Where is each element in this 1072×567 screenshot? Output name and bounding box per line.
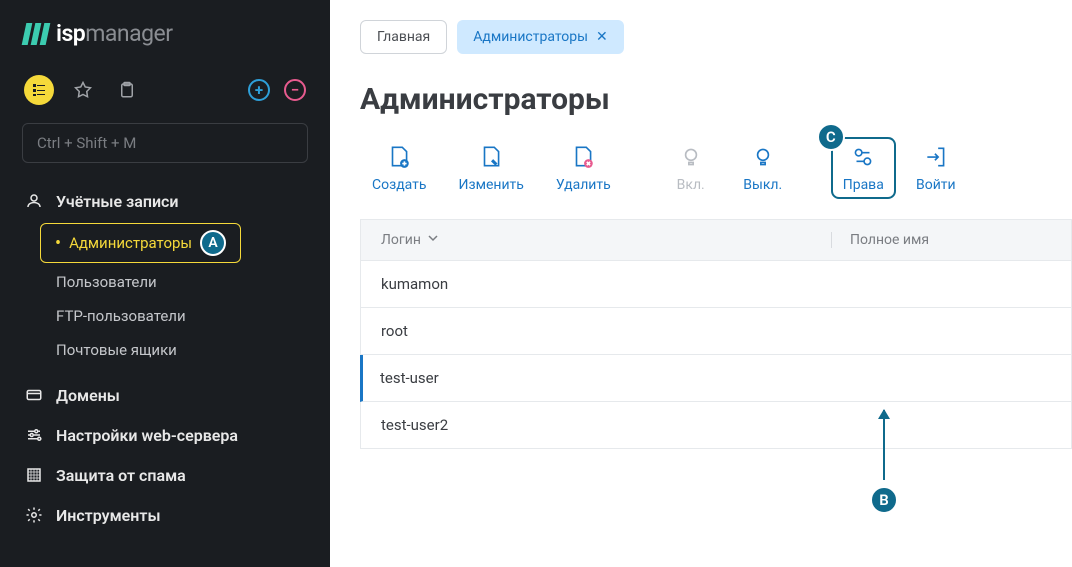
enable-button[interactable]: Вкл. — [659, 137, 723, 199]
edit-button[interactable]: Изменить — [447, 137, 536, 199]
annotation-badge-c: C — [817, 123, 845, 151]
nav-header-webserver-label: Настройки web-сервера — [56, 426, 238, 445]
tool-label: Выкл. — [743, 177, 782, 193]
disable-button[interactable]: Выкл. — [731, 137, 795, 199]
sidebar-item-users[interactable]: Пользователи — [40, 265, 330, 299]
nav-header-spam[interactable]: Защита от спама — [0, 455, 330, 495]
nav-header-spam-label: Защита от спама — [56, 466, 186, 485]
table-row[interactable]: kumamon — [360, 261, 1072, 308]
nav-accounts: Учётные записи Администраторы A Пользова… — [0, 181, 330, 367]
annotation-badge-b: B — [870, 486, 898, 514]
close-icon[interactable]: ✕ — [596, 29, 608, 45]
lightbulb-on-icon — [677, 143, 705, 171]
logo-bars-icon — [24, 23, 48, 45]
toolbar: Создать Изменить Удалить Вкл. Выкл. — [330, 137, 1072, 219]
nav-header-tools-label: Инструменты — [56, 506, 161, 525]
column-label: Логин — [381, 232, 421, 248]
domain-icon — [24, 385, 44, 405]
annotation-badge-a: A — [200, 230, 226, 256]
settings-icon — [24, 425, 44, 445]
table-header: Логин Полное имя — [360, 219, 1072, 261]
table-row[interactable]: test-user2 — [360, 402, 1072, 449]
cell-login: root — [381, 322, 408, 340]
nav-header-domains[interactable]: Домены — [0, 375, 330, 415]
annotation-arrow: B — [870, 410, 898, 514]
toggles-icon — [849, 143, 877, 171]
shield-icon — [24, 465, 44, 485]
sidebar: ispmanager + − Ctrl + Shift + M Учётные … — [0, 0, 330, 567]
table-row[interactable]: root — [360, 308, 1072, 355]
column-label: Полное имя — [850, 232, 929, 248]
lightbulb-off-icon — [749, 143, 777, 171]
sidebar-item-label: FTP-пользователи — [56, 307, 186, 325]
minus-icon[interactable]: − — [284, 79, 306, 101]
cell-login: kumamon — [381, 275, 448, 293]
column-header-login[interactable]: Логин — [381, 232, 831, 248]
clipboard-icon[interactable] — [112, 75, 142, 105]
page-title: Администраторы — [330, 72, 1072, 137]
tool-label: Войти — [916, 177, 956, 193]
tool-label: Вкл. — [677, 177, 705, 193]
gear-icon — [24, 505, 44, 525]
chevron-down-icon — [427, 232, 439, 248]
nav-header-webserver[interactable]: Настройки web-сервера — [0, 415, 330, 455]
nav-header-domains-label: Домены — [56, 386, 120, 405]
cell-login: test-user2 — [381, 416, 448, 434]
delete-button[interactable]: Удалить — [544, 137, 623, 199]
login-icon — [922, 143, 950, 171]
nav-header-tools[interactable]: Инструменты — [0, 495, 330, 535]
tab-home[interactable]: Главная — [360, 20, 447, 54]
tool-label: Изменить — [459, 177, 524, 193]
sidebar-item-mailboxes[interactable]: Почтовые ящики — [40, 333, 330, 367]
sidebar-item-administrators[interactable]: Администраторы A — [40, 223, 241, 263]
tree-icon[interactable] — [24, 75, 54, 105]
page-pencil-icon — [477, 143, 505, 171]
tool-label: Права — [843, 177, 884, 193]
table-row[interactable]: test-user — [360, 355, 1072, 402]
tool-label: Удалить — [556, 177, 611, 193]
logo-text: ispmanager — [56, 20, 173, 47]
sidebar-item-label: Пользователи — [56, 273, 157, 291]
user-icon — [24, 191, 44, 211]
sidebar-item-label: Почтовые ящики — [56, 341, 177, 359]
nav-header-accounts-label: Учётные записи — [56, 192, 179, 211]
main-content: Главная Администраторы ✕ Администраторы … — [330, 0, 1072, 567]
top-icon-row: + − — [0, 65, 330, 123]
sidebar-item-ftp-users[interactable]: FTP-пользователи — [40, 299, 330, 333]
tabs-row: Главная Администраторы ✕ — [330, 20, 1072, 72]
tool-label: Создать — [372, 177, 427, 193]
column-header-name[interactable]: Полное имя — [831, 232, 1051, 248]
cell-login: test-user — [380, 369, 439, 387]
nav-header-accounts[interactable]: Учётные записи — [0, 181, 330, 221]
admins-table: Логин Полное имя kumamon root test-user … — [360, 219, 1072, 449]
search-input[interactable]: Ctrl + Shift + M — [22, 123, 308, 163]
page-plus-icon — [385, 143, 413, 171]
tab-administrators[interactable]: Администраторы ✕ — [457, 20, 624, 54]
plus-icon[interactable]: + — [248, 79, 270, 101]
rights-button[interactable]: C Права — [831, 137, 896, 199]
tab-label: Администраторы — [473, 29, 588, 45]
tab-label: Главная — [377, 29, 430, 45]
logo: ispmanager — [0, 20, 330, 65]
page-x-icon — [569, 143, 597, 171]
star-icon[interactable] — [68, 75, 98, 105]
login-button[interactable]: Войти — [904, 137, 968, 199]
sidebar-item-label: Администраторы — [69, 234, 192, 252]
create-button[interactable]: Создать — [360, 137, 439, 199]
